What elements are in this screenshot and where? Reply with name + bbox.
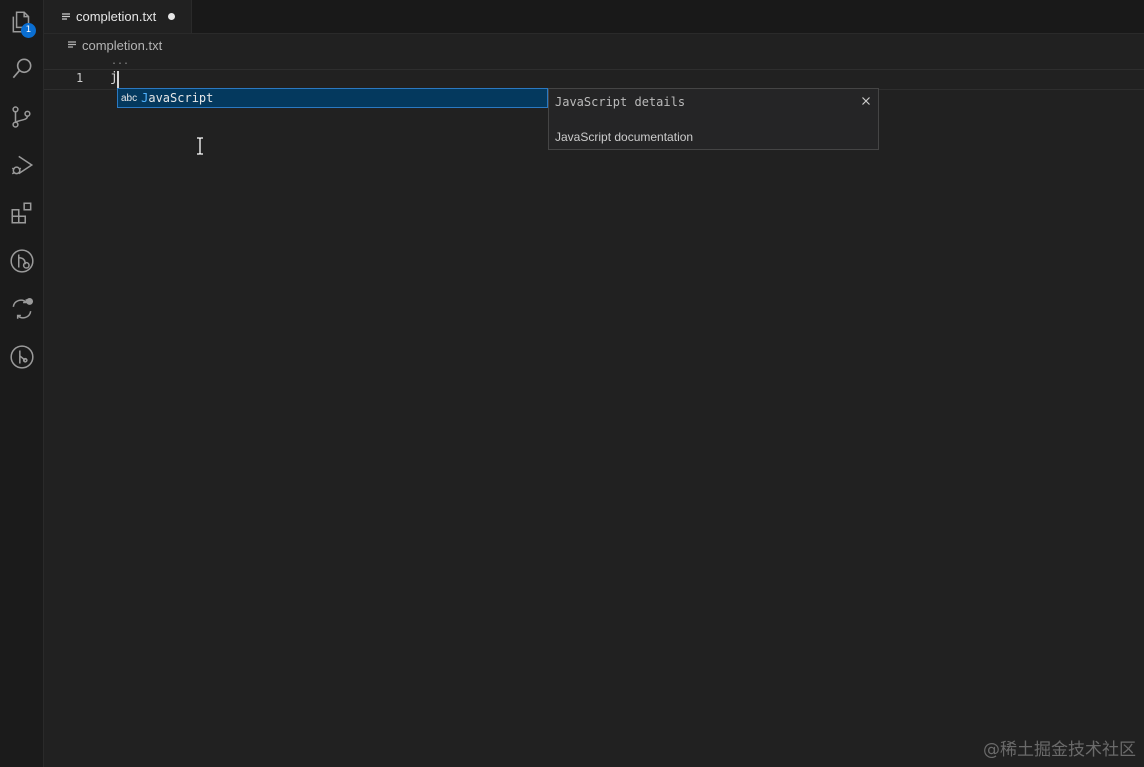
line-number: 1: [76, 71, 84, 85]
explorer-button[interactable]: 1: [0, 0, 43, 44]
git-graph-button[interactable]: [0, 239, 43, 283]
suggest-details: JavaScript details JavaScript documentat…: [548, 88, 879, 150]
suggest-widget: abc JavaScript: [117, 88, 548, 108]
unsaved-dot-icon[interactable]: [168, 13, 176, 20]
tab-label: completion.txt: [76, 9, 157, 24]
breadcrumb-file[interactable]: completion.txt: [82, 38, 162, 53]
current-line-highlight: [44, 69, 1144, 90]
remote-sync-icon: [12, 297, 33, 319]
text-kind-icon: abc: [121, 92, 138, 104]
source-control-icon: [11, 106, 31, 128]
extensions-icon: [10, 202, 31, 224]
breadcrumb: completion.txt: [44, 34, 1144, 56]
suggest-label: JavaScript: [141, 91, 213, 105]
run-debug-button[interactable]: [0, 143, 43, 187]
search-icon: [12, 58, 31, 79]
extensions-button[interactable]: [0, 191, 43, 235]
activity-bar: 1: [0, 0, 44, 767]
suggest-label-rest: avaScript: [148, 91, 214, 105]
editor[interactable]: ... 1 j: [44, 56, 1144, 767]
explorer-badge: 1: [21, 23, 36, 38]
text-file-icon: [62, 12, 70, 20]
git-branch-button[interactable]: [0, 335, 43, 379]
suggest-item-javascript[interactable]: abc JavaScript: [117, 88, 548, 108]
git-branch-icon: [9, 345, 34, 369]
run-debug-icon: [11, 155, 33, 175]
git-graph-icon: [9, 249, 34, 273]
watermark: @稀土掘金技术社区: [983, 740, 1136, 760]
tab-bar: completion.txt: [44, 0, 1144, 34]
vscode-window: 1 completion.txt completion.txt ... 1 j …: [0, 0, 1144, 767]
source-control-button[interactable]: [0, 95, 43, 139]
close-icon[interactable]: [860, 95, 872, 107]
remote-sync-button[interactable]: [0, 287, 43, 331]
search-button[interactable]: [0, 47, 43, 91]
text-file-icon: [68, 41, 76, 48]
text-caret: [117, 71, 119, 88]
ibeam-cursor-icon: [197, 137, 203, 155]
details-title: JavaScript details: [555, 95, 686, 109]
sticky-ellipsis: ...: [111, 56, 130, 67]
details-documentation: JavaScript documentation: [555, 130, 694, 144]
tab-completion-txt[interactable]: completion.txt: [44, 0, 192, 33]
